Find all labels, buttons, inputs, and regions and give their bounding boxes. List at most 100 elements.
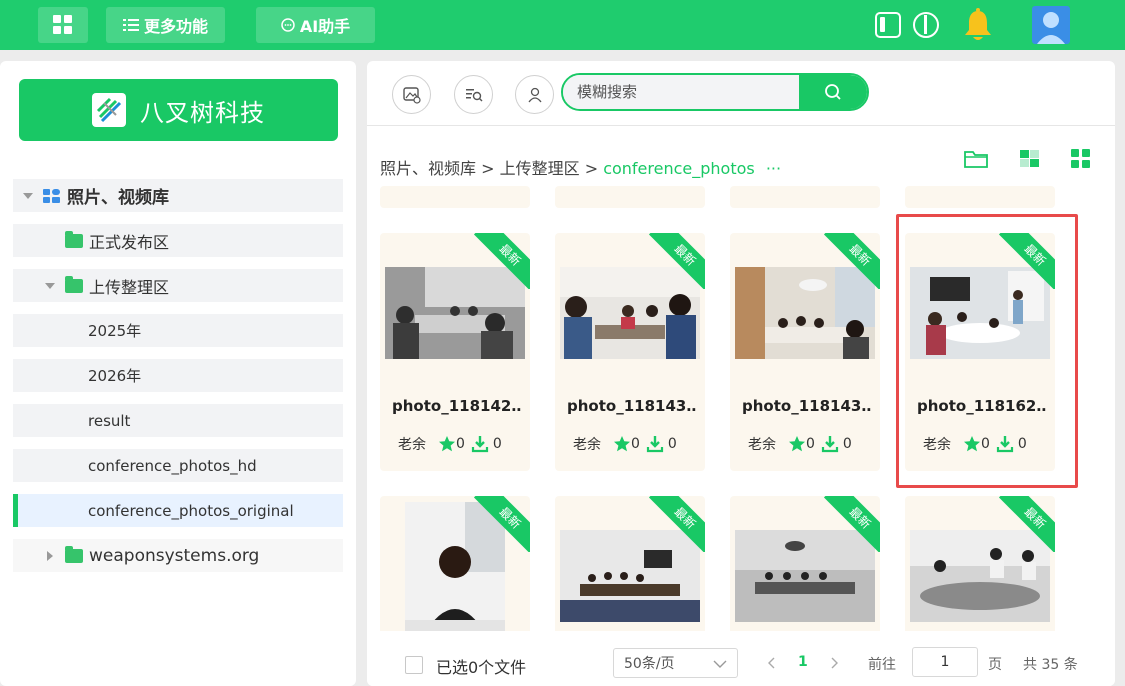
tree-item-result[interactable]: result [13, 404, 343, 437]
like-button[interactable]: 0 [438, 435, 465, 453]
photo-card[interactable]: 最新 photo_118142… 老余 0 0 [380, 233, 530, 471]
more-features-button[interactable]: 更多功能 [106, 7, 225, 43]
tree-label: weaponsystems.org [89, 545, 260, 566]
folder-icon [65, 230, 83, 248]
file-name[interactable]: photo_118142… [392, 397, 522, 415]
app-grid-button[interactable] [38, 7, 88, 43]
photo-card[interactable]: 最新 [380, 496, 530, 636]
pagination-bar: 已选0个文件 50条/页 1 前往 1 页 共 35 条 [367, 631, 1115, 686]
download-icon [821, 436, 839, 453]
tree-item-conference-original[interactable]: conference_photos_original [13, 494, 343, 527]
download-button[interactable]: 0 [646, 435, 677, 453]
new-badge: 最新 [999, 496, 1055, 552]
grid-view-icon[interactable] [1069, 148, 1093, 170]
photo-card[interactable]: 最新 photo_118143… 老余 0 0 [555, 233, 705, 471]
tree-item-weaponsystems[interactable]: weaponsystems.org [13, 539, 343, 572]
tile-view-icon[interactable] [1018, 148, 1042, 170]
caret-down-icon [45, 282, 55, 289]
current-page[interactable]: 1 [798, 654, 808, 670]
top-bar: 更多功能 AI助手 [0, 0, 1125, 50]
text-search-button[interactable] [454, 75, 493, 114]
tree-item-media-library[interactable]: 照片、视频库 [13, 179, 343, 212]
ai-assistant-label: AI助手 [299, 17, 351, 36]
like-button[interactable]: 0 [613, 435, 640, 453]
tree-item-2025[interactable]: 2025年 [13, 314, 343, 347]
tree-label: 2026年 [88, 367, 142, 385]
page-size-select[interactable]: 50条/页 [613, 648, 738, 678]
tree-item-conference-hd[interactable]: conference_photos_hd [13, 449, 343, 482]
new-ribbon: 最新 [474, 233, 530, 289]
more-features-label: 更多功能 [143, 17, 208, 36]
new-ribbon: 最新 [649, 496, 705, 552]
new-ribbon: 最新 [824, 233, 880, 289]
brand-logo-block[interactable]: 八叉树科技 [19, 79, 338, 141]
tree-item-release[interactable]: 正式发布区 [13, 224, 343, 257]
bell-icon[interactable] [962, 8, 994, 44]
text-search-icon [465, 88, 482, 101]
like-count: 0 [456, 436, 465, 452]
user-avatar[interactable] [1032, 6, 1070, 44]
download-count: 0 [842, 436, 852, 452]
card-meta: 老余 0 0 [573, 434, 701, 454]
card-partial [555, 186, 705, 208]
folder-view-icon[interactable] [964, 148, 988, 170]
tree-label: 2025年 [88, 322, 142, 340]
like-count: 0 [631, 436, 640, 452]
caret-right-icon [47, 550, 53, 561]
split-view-icon[interactable] [913, 12, 939, 38]
new-badge: 最新 [474, 233, 530, 289]
tree-item-2026[interactable]: 2026年 [13, 359, 343, 392]
photo-card[interactable]: 最新 [555, 496, 705, 636]
search-button[interactable] [799, 75, 867, 109]
star-icon [439, 436, 455, 452]
tree-label: 正式发布区 [89, 232, 170, 252]
photo-card[interactable]: 最新 [905, 496, 1055, 636]
sidebar-toggle-icon[interactable] [875, 12, 901, 38]
download-icon [471, 436, 489, 453]
person-search-button[interactable] [515, 75, 554, 114]
next-page-icon[interactable] [829, 657, 839, 669]
prev-page-icon[interactable] [767, 657, 777, 669]
photo-card[interactable]: 最新 [730, 496, 880, 636]
select-all-checkbox[interactable] [405, 656, 423, 674]
breadcrumb-more[interactable]: ··· [766, 159, 781, 178]
image-search-icon [402, 86, 421, 104]
tree-label: 照片、视频库 [67, 188, 169, 208]
star-icon [789, 436, 805, 452]
search-box [561, 73, 869, 111]
search-input[interactable] [563, 75, 799, 109]
owner-name: 老余 [398, 437, 426, 453]
new-badge: 最新 [824, 233, 880, 289]
like-button[interactable]: 0 [788, 435, 815, 453]
download-button[interactable]: 0 [821, 435, 852, 453]
new-ribbon: 最新 [824, 496, 880, 552]
tree-label: conference_photos_hd [88, 456, 257, 475]
file-name[interactable]: photo_118143… [567, 397, 697, 415]
tree-item-upload[interactable]: 上传整理区 [13, 269, 343, 302]
new-ribbon: 最新 [474, 496, 530, 552]
owner-name: 老余 [748, 437, 776, 453]
tree-label: result [88, 411, 131, 430]
new-badge: 最新 [649, 233, 705, 289]
breadcrumb-current: conference_photos [603, 159, 755, 178]
tree-label: 上传整理区 [89, 277, 170, 297]
photo-card[interactable]: 最新 photo_118143… 老余 0 0 [730, 233, 880, 471]
download-button[interactable]: 0 [471, 435, 502, 453]
breadcrumb-item[interactable]: 上传整理区 [500, 159, 580, 178]
file-name[interactable]: photo_118143… [742, 397, 872, 415]
new-ribbon: 最新 [999, 496, 1055, 552]
active-indicator [13, 494, 18, 527]
selection-highlight [896, 214, 1078, 488]
ai-assistant-button[interactable]: AI助手 [256, 7, 375, 43]
breadcrumb-item[interactable]: 照片、视频库 [380, 159, 476, 178]
new-badge: 最新 [474, 496, 530, 552]
card-partial [730, 186, 880, 208]
image-search-button[interactable] [392, 75, 431, 114]
brand-name: 八叉树科技 [140, 98, 265, 127]
breadcrumb-separator: > [476, 159, 500, 178]
star-icon [614, 436, 630, 452]
chevron-down-icon [713, 660, 727, 668]
new-badge: 最新 [824, 496, 880, 552]
goto-page-input[interactable]: 1 [912, 647, 978, 677]
library-icon [43, 188, 60, 203]
